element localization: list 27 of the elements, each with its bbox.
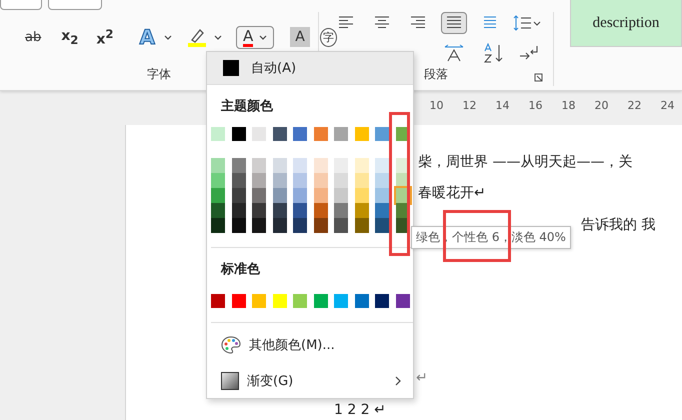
strikethrough-button[interactable]: ab bbox=[20, 28, 46, 46]
ruler-number: 16 bbox=[528, 98, 544, 112]
ruler-number: 20 bbox=[594, 98, 610, 112]
group-label: 字体 bbox=[147, 66, 171, 83]
style-gallery-item[interactable]: description bbox=[570, 0, 682, 47]
script-button[interactable]: x$^{2}$ bbox=[91, 24, 119, 50]
automatic-color-item[interactable]: 自动(A) bbox=[207, 52, 413, 85]
section-heading: 标准色 bbox=[220, 261, 261, 278]
ruler-number: 14 bbox=[494, 98, 510, 112]
more-colors-item[interactable]: 其他颜色(M)... bbox=[249, 336, 335, 354]
ruler-number: 10 bbox=[428, 98, 444, 112]
ruler-number: 24 bbox=[660, 98, 676, 112]
script-button[interactable]: x$_{2}$ bbox=[56, 26, 84, 48]
ruler-number: 12 bbox=[462, 98, 478, 112]
document-text: 柴，周世界 ——从明天起——，关 bbox=[418, 153, 632, 171]
ruler-number: 22 bbox=[626, 98, 642, 112]
document-text: 1 2 2 ↵ bbox=[334, 402, 386, 418]
ruler-number: 18 bbox=[560, 98, 576, 112]
document-text: 告诉我的 我 bbox=[581, 216, 656, 234]
document-text: 春暖花开↵ bbox=[418, 184, 486, 202]
gradient-item[interactable]: 渐变(G) bbox=[247, 372, 294, 390]
enclose-character-button[interactable]: 字 bbox=[320, 28, 337, 46]
paragraph-mark: ↵ bbox=[416, 370, 428, 386]
section-heading: 主题颜色 bbox=[220, 98, 274, 115]
group-label: 段落 bbox=[424, 66, 448, 83]
font-color-button[interactable]: A bbox=[236, 26, 274, 48]
character-shading-button[interactable]: A bbox=[290, 27, 310, 47]
